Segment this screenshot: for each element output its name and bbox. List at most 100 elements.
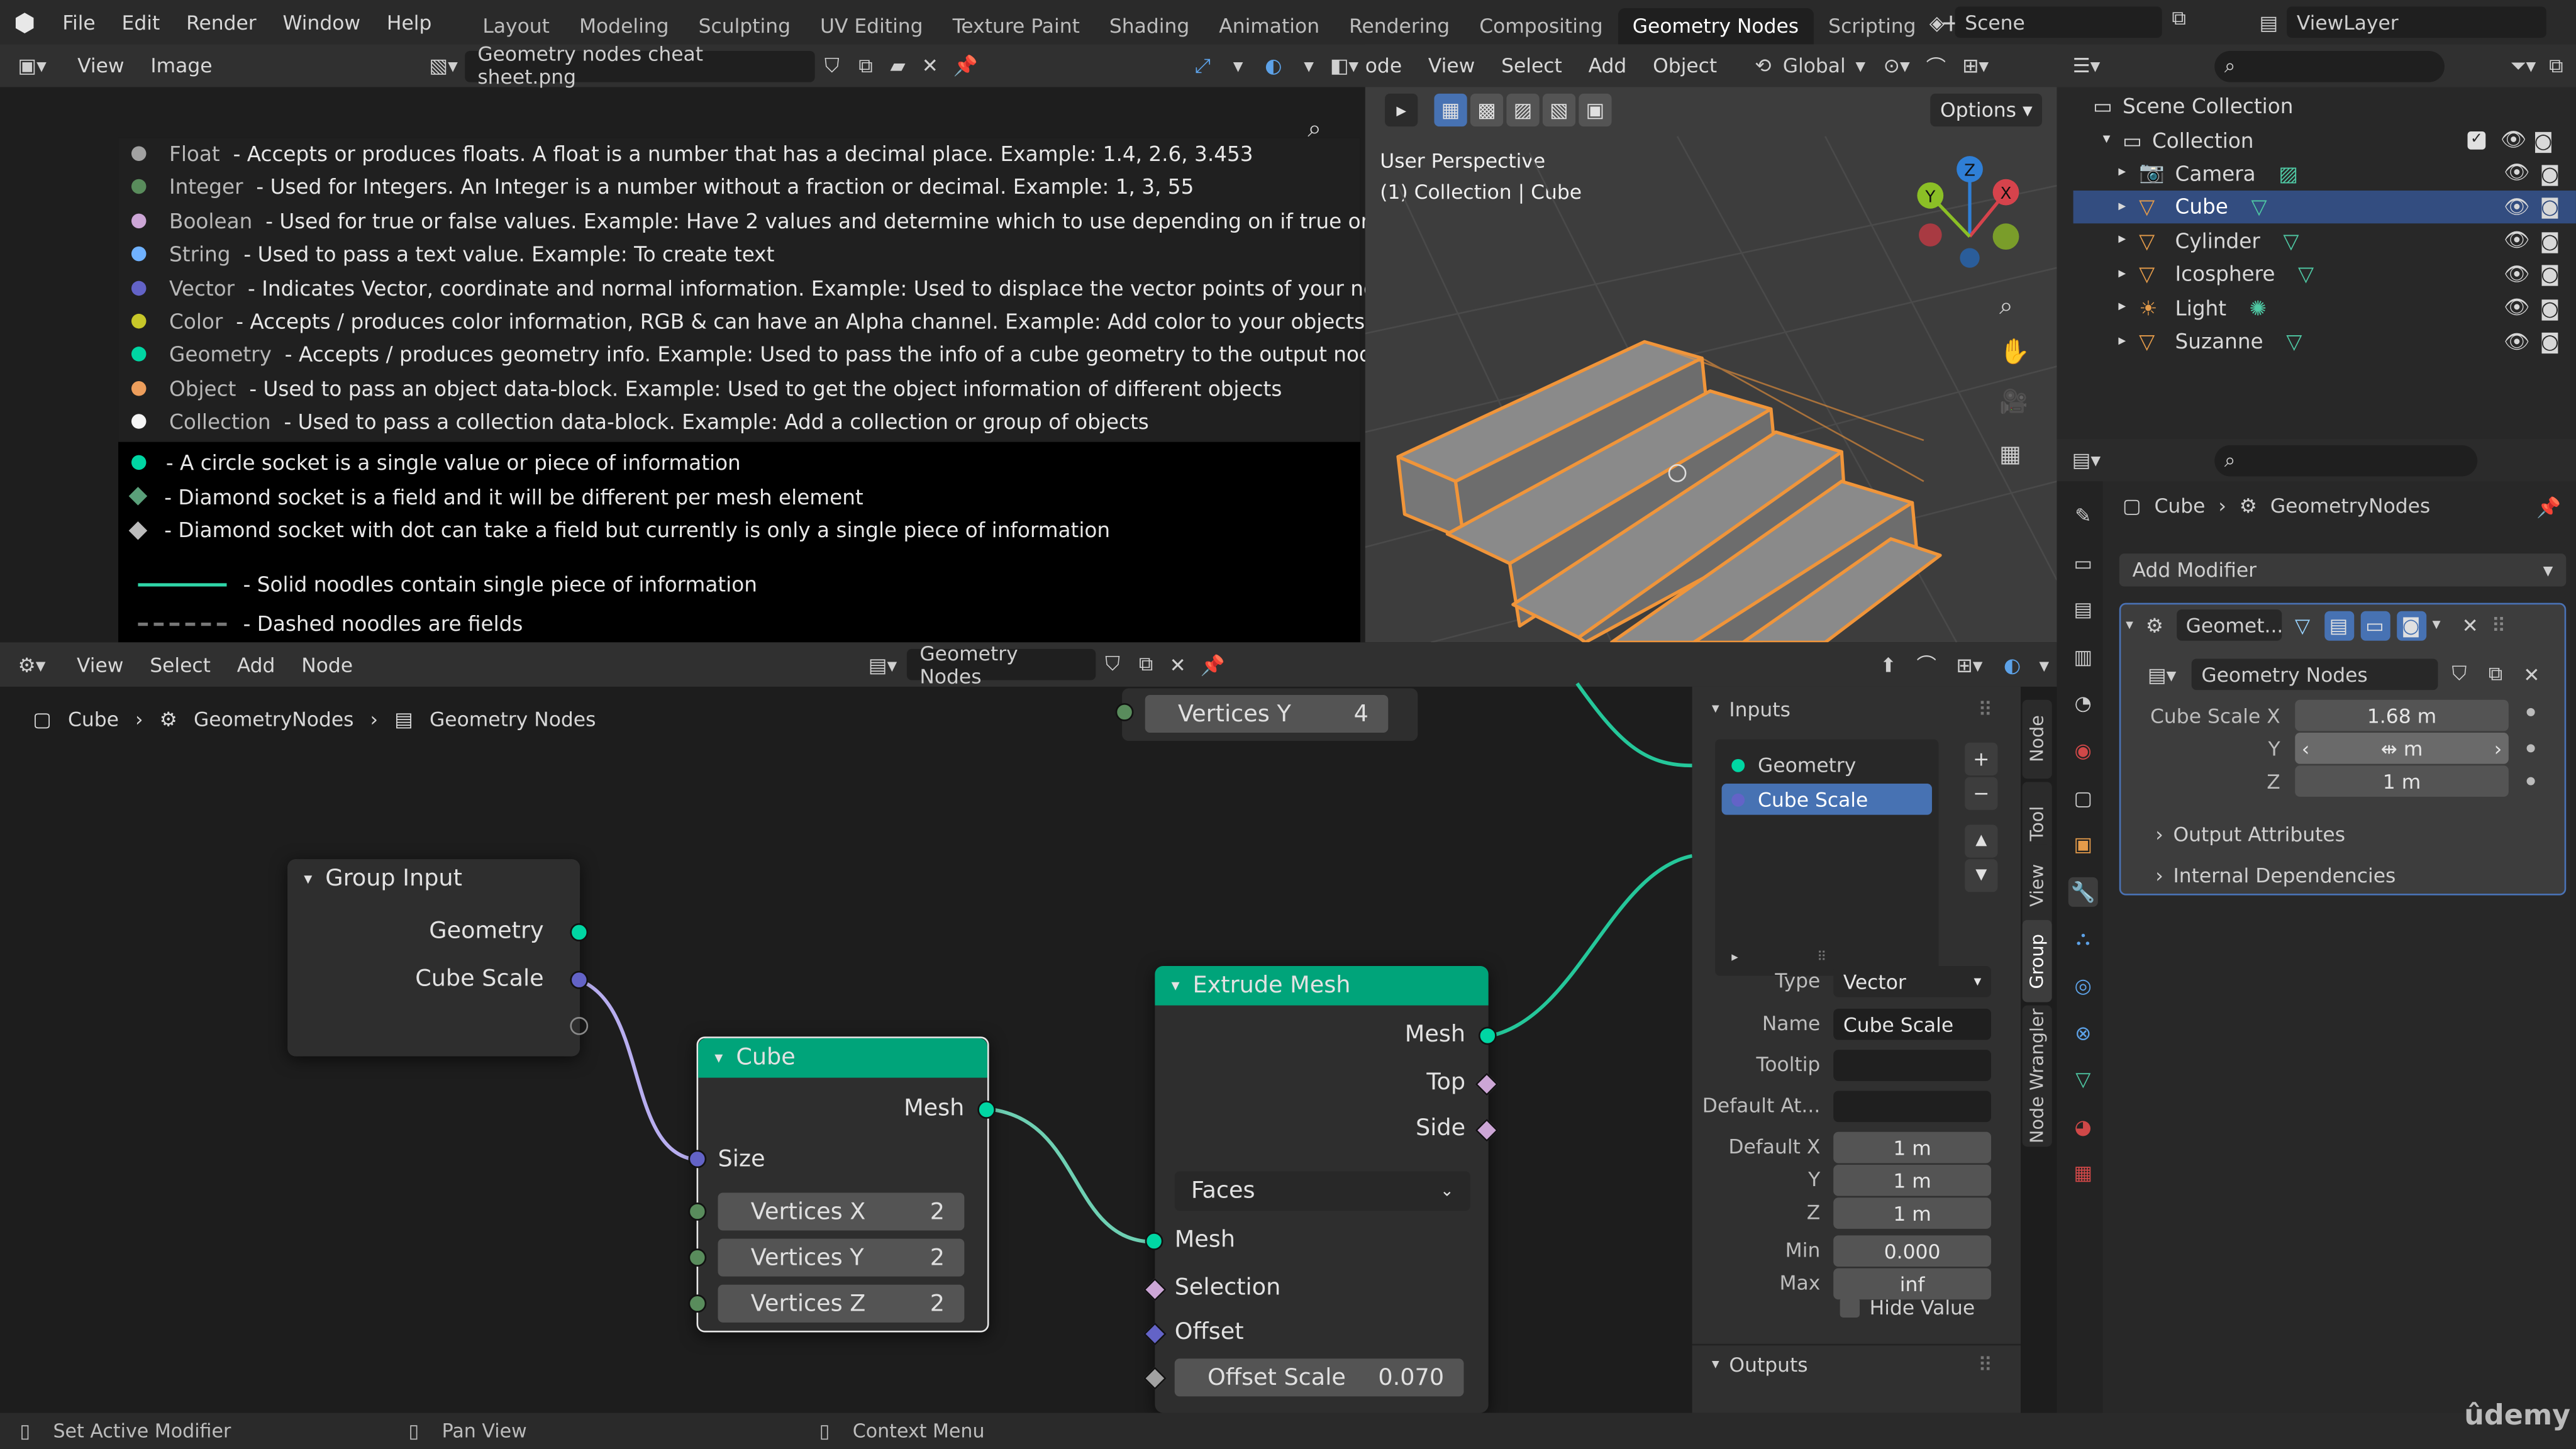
extrude-mesh-node[interactable]: ▾ Extrude Mesh Mesh Top Side Faces ⌄ Mesh … xyxy=(1143,965,1499,1413)
expand-arrow-icon[interactable]: ▸ xyxy=(2074,265,2139,282)
outliner-item-cylinder[interactable]: ▸ ▽ Cylinder ▽ 👁 ◙ xyxy=(2074,223,2576,256)
extrude-collapse-chevron-icon[interactable]: ▾ xyxy=(1171,977,1179,995)
render-camera-icon[interactable]: ◙ xyxy=(2540,261,2560,286)
workspace-tab-uv-editing[interactable]: UV Editing xyxy=(806,8,938,44)
visibility-eye-icon[interactable]: 👁 xyxy=(2501,126,2526,153)
navigation-gizmo[interactable]: Z X Y xyxy=(1907,146,2055,326)
cage-icon[interactable]: ▤ xyxy=(2324,610,2354,640)
sidebar-tab-node[interactable]: Node xyxy=(2022,699,2052,779)
cube-vertices-field[interactable]: Vertices Z 2 xyxy=(718,1284,965,1323)
outliner-item-light[interactable]: ▸ ☀ Light ✺ 👁 ◙ xyxy=(2074,291,2576,323)
expand-arrow-icon[interactable]: ▸ xyxy=(2074,333,2139,349)
extrude-node-header[interactable]: ▾ Extrude Mesh xyxy=(1155,965,1489,1006)
scene-name[interactable]: Scene xyxy=(1955,6,2162,38)
image-menu-image[interactable]: Image xyxy=(137,54,225,77)
group-input-cube-scale-socket[interactable] xyxy=(570,970,589,989)
workspace-tab-geometry-nodes[interactable]: Geometry Nodes xyxy=(1618,8,1814,45)
render-camera-icon[interactable]: ◙ xyxy=(2540,328,2560,353)
texture-tab-icon[interactable]: ▦ xyxy=(2068,1159,2098,1189)
sidebar-default-x-field[interactable]: 1 m xyxy=(1833,1131,1991,1163)
node-group-field[interactable]: Geometry Nodes xyxy=(2191,658,2438,691)
socket-list-item-geometry[interactable]: Geometry xyxy=(1722,749,1932,780)
open-image-icon[interactable]: ▰ xyxy=(882,54,914,77)
cube-scale-x-field[interactable]: 1.68 m xyxy=(2295,699,2509,731)
hide-value-checkbox-row[interactable]: Hide Value xyxy=(1840,1296,1975,1319)
image-menu-view[interactable]: View xyxy=(64,54,137,77)
parent-node-tree-icon[interactable]: ⬆ xyxy=(1869,653,1907,676)
output-attributes-panel[interactable]: › Output Attributes xyxy=(2155,823,2345,847)
sidebar-tab-group[interactable]: Group xyxy=(2022,919,2052,1002)
orientation-dropdown[interactable]: Global xyxy=(1783,54,1846,77)
list-resize-handle-icon[interactable]: ⠿ xyxy=(1817,950,1826,965)
viewport-display-icon[interactable]: ▭ xyxy=(2360,610,2390,640)
vertices-y-field[interactable]: Vertices Y 4 xyxy=(1145,694,1389,733)
exclude-checkbox[interactable]: ✓ xyxy=(2467,130,2486,149)
remove-socket-button[interactable]: − xyxy=(1965,777,1998,810)
drag-handle-icon[interactable]: ⠿ xyxy=(2491,614,2514,637)
modifier-collapse-icon[interactable]: ▾ xyxy=(2126,617,2133,633)
visibility-eye-icon[interactable]: 👁 xyxy=(2504,159,2529,186)
move-socket-down-button[interactable]: ▼ xyxy=(1965,859,1998,892)
workspace-tab-sculpting[interactable]: Sculpting xyxy=(684,8,805,44)
sidebar-default-y-field[interactable]: 1 m xyxy=(1833,1165,1991,1196)
outputs-drag-handle-icon[interactable]: ⠿ xyxy=(1978,1353,1992,1377)
sidebar-tab-view[interactable]: View xyxy=(2022,844,2052,927)
offset-scale-field[interactable]: Offset Scale 0.070 xyxy=(1174,1358,1464,1397)
cube-collapse-chevron-icon[interactable]: ▾ xyxy=(714,1049,723,1067)
dropdown-icon[interactable]: ▾ xyxy=(1224,54,1253,77)
add-modifier-dropdown[interactable]: Add Modifier ▾ xyxy=(2119,553,2567,587)
add-socket-button[interactable]: + xyxy=(1965,742,1998,775)
outliner-item-suzanne[interactable]: ▸ ▽ Suzanne ▽ 👁 ◙ xyxy=(2074,325,2576,357)
sidebar-type-value-field[interactable]: Vector ▾ xyxy=(1833,965,1991,997)
expand-arrow-icon[interactable]: ▸ xyxy=(2074,299,2139,315)
material-tab-icon[interactable]: ◕ xyxy=(2068,1112,2098,1141)
visibility-eye-icon[interactable]: 👁 xyxy=(2504,193,2529,219)
keyframe-dot-icon-z[interactable] xyxy=(2526,777,2535,786)
inputs-panel-header[interactable]: ▾ Inputs xyxy=(1712,698,1790,721)
new-scene-icon[interactable]: ⧉ xyxy=(2172,6,2185,31)
blender-logo-icon[interactable]: ⬢ xyxy=(0,8,49,37)
viewport-menu-select[interactable]: Select xyxy=(1488,54,1575,77)
view-layer-tab-icon[interactable]: ▥ xyxy=(2068,642,2098,672)
render-camera-icon[interactable]: ◙ xyxy=(2540,228,2560,252)
node-group-browse-icon[interactable]: ▤▾ xyxy=(2139,663,2185,686)
cube-size-socket[interactable] xyxy=(688,1150,707,1169)
visibility-eye-icon[interactable]: 👁 xyxy=(2504,294,2529,321)
sidebar-max-value-field[interactable]: inf xyxy=(1833,1268,1991,1300)
hide-value-checkbox[interactable] xyxy=(1840,1297,1860,1318)
inputs-drag-handle-icon[interactable]: ⠿ xyxy=(1978,698,1992,721)
visibility-eye-icon[interactable]: 👁 xyxy=(2504,226,2529,253)
image-browse-icon[interactable]: ▧▾ xyxy=(423,54,464,77)
socket-list-item-cube-scale[interactable]: Cube Scale xyxy=(1721,784,1932,815)
fake-user-icon[interactable]: ⛉ xyxy=(814,53,850,78)
cube-vertices-socket[interactable] xyxy=(688,1294,707,1313)
menu-render[interactable]: Render xyxy=(173,11,269,34)
extrude-mode-dropdown[interactable]: Faces ⌄ xyxy=(1174,1171,1470,1211)
sidebar-tab-node-wrangler[interactable]: Node Wrangler xyxy=(2022,1005,2052,1147)
viewport-menu-mode[interactable]: ode xyxy=(1365,54,1415,77)
node-group-unlink-icon[interactable]: ✕ xyxy=(2517,663,2546,686)
visibility-eye-icon[interactable]: 👁 xyxy=(2504,328,2529,354)
camera-view-icon[interactable]: 🎥 xyxy=(1999,389,2028,416)
modifier-options-chevron-icon[interactable]: ▾ xyxy=(2432,616,2455,635)
world-tab-icon[interactable]: ◉ xyxy=(2068,736,2098,765)
workspace-tab-texture-paint[interactable]: Texture Paint xyxy=(938,8,1094,44)
view-layer-selector[interactable]: ▤ ViewLayer xyxy=(2251,5,2546,40)
pin-properties-icon[interactable]: 📌 xyxy=(2536,496,2561,519)
outputs-panel-header[interactable]: ▾ Outputs xyxy=(1712,1353,1808,1377)
cube-mesh-output-socket[interactable] xyxy=(977,1101,996,1119)
expand-arrow-icon[interactable]: ▾ xyxy=(2103,131,2123,148)
outliner-type-icon[interactable]: ☰▾ xyxy=(2057,54,2116,77)
sidebar-default-z-field[interactable]: 1 m xyxy=(1833,1197,1991,1229)
dropdown-icon-2[interactable]: ▾ xyxy=(1294,54,1323,77)
sidebar-tooltip-field[interactable] xyxy=(1833,1050,1991,1081)
cube-scale-z-field[interactable]: 1 m xyxy=(2295,765,2509,797)
list-expand-icon[interactable]: ▸ xyxy=(1731,950,1738,965)
node-snap-icon[interactable]: ⌒ xyxy=(1907,650,1946,678)
remove-modifier-icon[interactable]: ✕ xyxy=(2462,614,2485,637)
expand-arrow-icon[interactable]: ▸ xyxy=(2074,198,2139,214)
viewport-menu-object[interactable]: Object xyxy=(1640,54,1730,77)
workspace-tab-scripting[interactable]: Scripting xyxy=(1814,8,1931,44)
sidebar-min-value-field[interactable]: 0.000 xyxy=(1833,1235,1991,1267)
data-icon[interactable]: ▨ xyxy=(2279,160,2298,185)
